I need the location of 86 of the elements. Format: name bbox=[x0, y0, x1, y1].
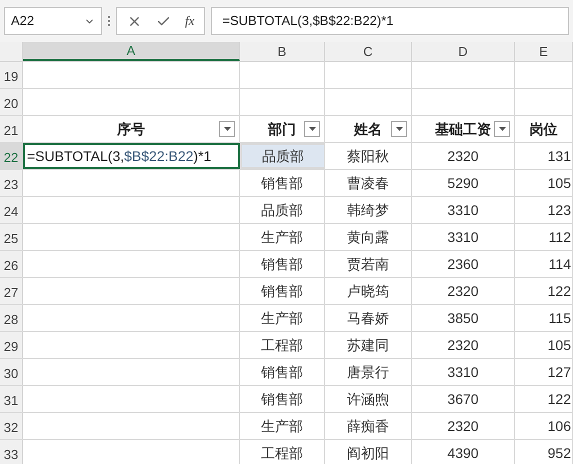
table-cell-text: 薛痴香 bbox=[347, 416, 389, 436]
column-title: 部门 bbox=[268, 120, 296, 138]
table-cell-text: 2320 bbox=[447, 336, 479, 354]
table-cell-text: 122 bbox=[548, 390, 571, 408]
row-header[interactable]: 21 bbox=[0, 116, 23, 142]
editing-cell[interactable]: =SUBTOTAL(3,$B$22:B22)*1 bbox=[23, 143, 240, 169]
row-header[interactable]: 25 bbox=[0, 224, 23, 250]
table-cell-text: 105 bbox=[548, 174, 571, 192]
table-cell-text: 品质部 bbox=[261, 200, 303, 220]
table-cell-text: 2320 bbox=[447, 146, 479, 166]
table-cell-text: 韩绮梦 bbox=[347, 200, 389, 220]
table-cell-text: 5290 bbox=[447, 174, 479, 192]
caret-icon bbox=[308, 127, 316, 131]
table-cell-text: 阎初阳 bbox=[347, 444, 389, 462]
table-cell-text: 127 bbox=[548, 362, 571, 382]
table-cell-text: 销售部 bbox=[261, 254, 303, 274]
row-header[interactable]: 32 bbox=[0, 413, 23, 439]
column-title: 基础工资 bbox=[435, 120, 491, 138]
table-cell-text: 黄向露 bbox=[347, 228, 389, 246]
filter-button[interactable] bbox=[304, 121, 320, 137]
table-cell-text: 马春娇 bbox=[347, 308, 389, 328]
column-header[interactable]: B bbox=[240, 42, 325, 61]
table-cell-text: 销售部 bbox=[261, 174, 303, 192]
filter-button[interactable] bbox=[494, 121, 510, 137]
column-header[interactable]: D bbox=[412, 42, 515, 61]
name-box[interactable]: A22 bbox=[4, 7, 102, 35]
filter-button[interactable] bbox=[391, 121, 407, 137]
table-cell-text: 曹凌春 bbox=[347, 174, 389, 192]
table-cell-text: 4390 bbox=[447, 444, 479, 462]
column-header[interactable]: E bbox=[515, 42, 573, 61]
row-header[interactable]: 28 bbox=[0, 305, 23, 331]
table-cell-text: 销售部 bbox=[261, 282, 303, 300]
table-cell-text: 生产部 bbox=[261, 228, 303, 246]
formula-bar[interactable]: =SUBTOTAL(3,$B$22:B22)*1 bbox=[211, 7, 569, 35]
separator-icon bbox=[108, 16, 110, 26]
row-header[interactable]: 24 bbox=[0, 197, 23, 223]
table-cell-text: 105 bbox=[548, 336, 571, 354]
table-cell-text: 2320 bbox=[447, 282, 479, 300]
table-cell-text: 贾若南 bbox=[347, 254, 389, 274]
table-cell-text: 115 bbox=[548, 308, 571, 328]
table-cell-text: 蔡阳秋 bbox=[347, 146, 389, 166]
caret-icon bbox=[224, 127, 230, 131]
table-cell-text: 3310 bbox=[447, 228, 479, 246]
row-header[interactable]: 33 bbox=[0, 440, 23, 464]
table-cell-text: 工程部 bbox=[261, 444, 303, 462]
table-cell-text: 苏建同 bbox=[347, 336, 389, 354]
row-header[interactable]: 23 bbox=[0, 170, 23, 196]
table-cell-text: 123 bbox=[548, 200, 571, 220]
table-cell-text: 2360 bbox=[447, 254, 479, 274]
column-title: 姓名 bbox=[354, 120, 382, 138]
table-cell-text: 3310 bbox=[447, 200, 479, 220]
table-cell-text: 销售部 bbox=[261, 362, 303, 382]
table-cell-text: 生产部 bbox=[261, 416, 303, 436]
table-cell-text: 品质部 bbox=[262, 146, 304, 166]
row-header[interactable]: 20 bbox=[0, 89, 23, 115]
column-title: 序号 bbox=[117, 120, 145, 138]
row-header[interactable]: 31 bbox=[0, 386, 23, 412]
table-cell-text: 3850 bbox=[447, 308, 479, 328]
table-cell-text: 唐景行 bbox=[347, 362, 389, 382]
table-cell-text: 销售部 bbox=[261, 390, 303, 408]
row-header[interactable]: 27 bbox=[0, 278, 23, 304]
table-cell-text: 卢晓筠 bbox=[347, 282, 389, 300]
row-header[interactable]: 30 bbox=[0, 359, 23, 385]
insert-function-button[interactable]: fx bbox=[185, 11, 194, 31]
row-header[interactable]: 19 bbox=[0, 62, 23, 88]
column-header[interactable]: A bbox=[23, 42, 240, 61]
caret-icon bbox=[498, 127, 506, 131]
table-cell-text: 122 bbox=[548, 282, 571, 300]
table-cell-text: 131 bbox=[548, 146, 571, 166]
column-header[interactable]: C bbox=[325, 42, 412, 61]
filter-button[interactable] bbox=[219, 121, 235, 137]
row-header[interactable]: 26 bbox=[0, 251, 23, 277]
table-cell-text: 工程部 bbox=[261, 336, 303, 354]
row-header[interactable]: 22 bbox=[0, 143, 23, 169]
table-cell-text: 112 bbox=[548, 228, 571, 246]
table-cell-text: 114 bbox=[548, 254, 571, 274]
table-cell-text: 2320 bbox=[447, 416, 479, 436]
caret-icon bbox=[396, 127, 402, 131]
table-cell-text: 952 bbox=[548, 444, 571, 462]
table-cell-text: 3310 bbox=[447, 362, 479, 382]
column-title: 岗位 bbox=[530, 120, 558, 138]
row-header[interactable]: 29 bbox=[0, 332, 23, 358]
table-cell-text: 3670 bbox=[447, 390, 479, 408]
table-cell-text: 生产部 bbox=[261, 308, 303, 328]
table-cell-text: 106 bbox=[548, 416, 571, 436]
table-cell-text: 许涵煦 bbox=[347, 390, 389, 408]
